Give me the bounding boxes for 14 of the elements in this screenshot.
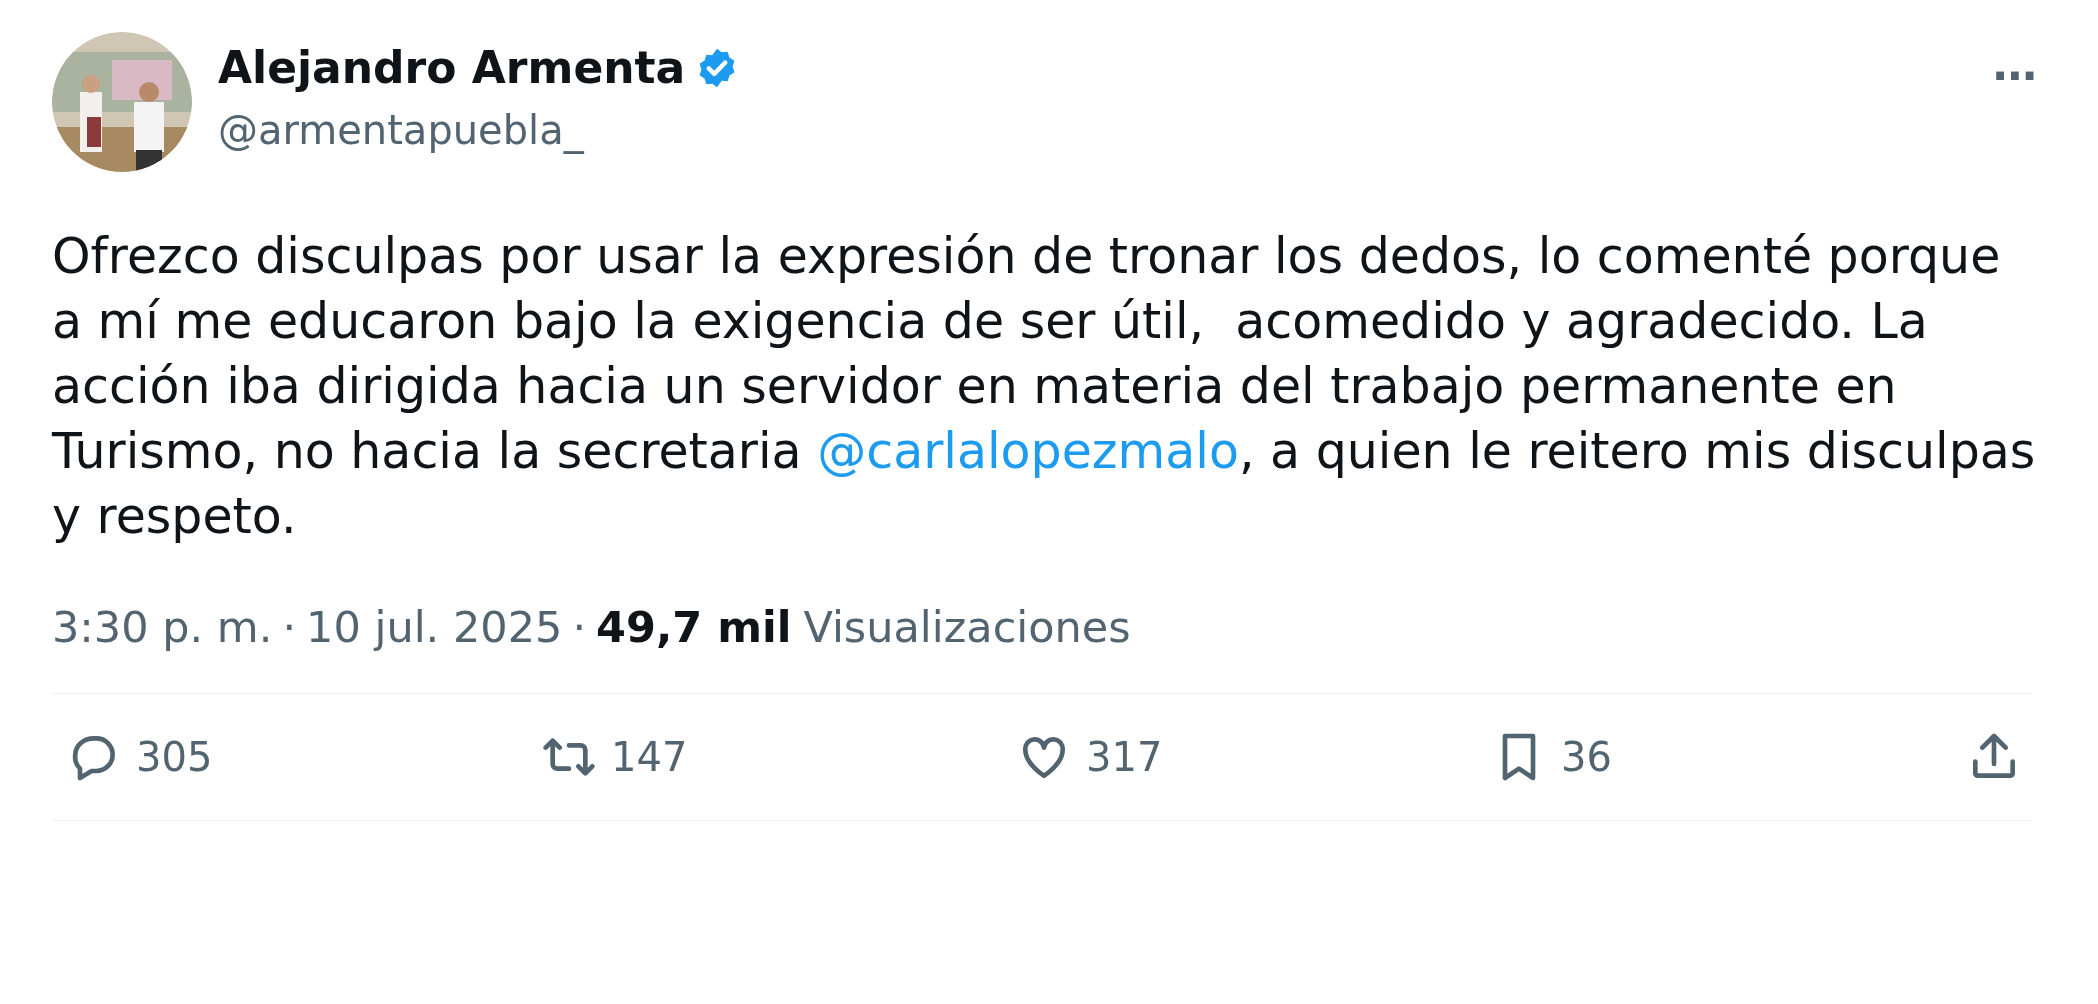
- post-date[interactable]: 10 jul. 2025: [306, 597, 563, 657]
- more-button[interactable]: ···: [1991, 54, 2036, 98]
- post-time[interactable]: 3:30 p. m.: [52, 597, 273, 657]
- separator-dot: ·: [282, 601, 297, 654]
- author-name[interactable]: Alejandro Armenta: [218, 40, 686, 96]
- views-count: 49,7 mil: [596, 601, 792, 654]
- repost-button[interactable]: 147: [527, 727, 1002, 787]
- views-label: Visualizaciones: [803, 601, 1131, 654]
- bookmark-button[interactable]: 36: [1477, 727, 1952, 787]
- like-button[interactable]: 317: [1002, 727, 1477, 787]
- tweet-text: Ofrezco disculpas por usar la expresión de tronar los dedos, lo comenté porque a mí me educaron bajo la exigencia de ser útil, acomedido y agradecido. La acción iba dirigida hacia un servidor en materia del trabajo permanente en Turismo, no hacia la secretaria @carlalopezmalo, a quien le reitero mis disculpas y respeto.: [52, 227, 2037, 547]
- separator-dot: ·: [572, 601, 587, 654]
- author-handle[interactable]: @armentapuebla_: [218, 102, 740, 158]
- reply-button[interactable]: 305: [52, 727, 527, 787]
